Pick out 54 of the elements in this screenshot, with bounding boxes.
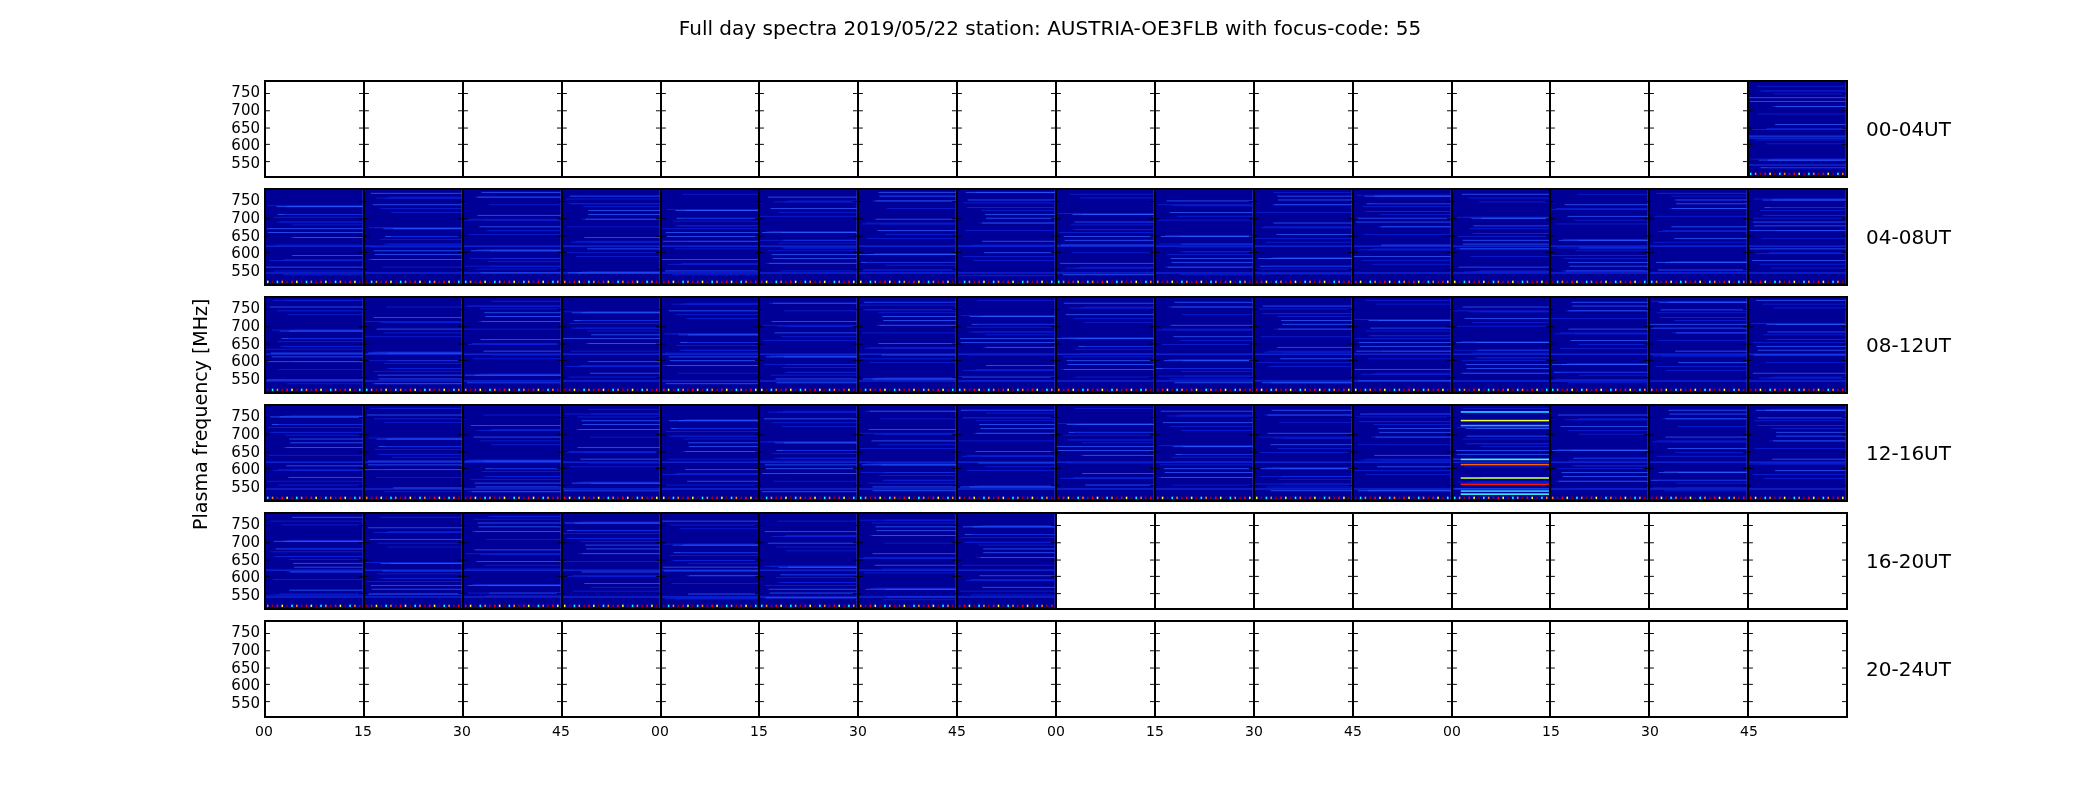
x-tick-label: 30 [1641,724,1659,738]
y-tick-label: 750 [231,516,260,532]
y-tick-label: 600 [231,245,260,261]
x-tick-label: 15 [354,724,372,738]
y-tick-label: 650 [231,552,260,568]
y-tick-label: 750 [231,408,260,424]
y-tick-label: 600 [231,461,260,477]
row-time-label: 00-04UT [1866,116,1951,143]
x-tick-label: 30 [1245,724,1263,738]
x-tick-label: 15 [1146,724,1164,738]
row-time-label: 12-16UT [1866,440,1951,467]
row-time-label: 04-08UT [1866,224,1951,251]
x-tick-label: 45 [552,724,570,738]
y-tick-label: 600 [231,353,260,369]
x-tick-label: 15 [750,724,768,738]
y-tick-label: 700 [231,210,260,226]
x-tick-label: 45 [948,724,966,738]
y-tick-label: 750 [231,300,260,316]
y-tick-label: 650 [231,228,260,244]
y-tick-label: 550 [231,479,260,495]
y-tick-label: 650 [231,336,260,352]
y-tick-label: 750 [231,624,260,640]
x-tick-label: 00 [1047,724,1065,738]
x-tick-label: 30 [849,724,867,738]
y-tick-label: 750 [231,192,260,208]
y-tick-label: 700 [231,642,260,658]
y-tick-label: 650 [231,660,260,676]
row-time-label: 20-24UT [1866,656,1951,683]
y-tick-label: 550 [231,371,260,387]
x-tick-label: 00 [651,724,669,738]
x-tick-label: 15 [1542,724,1560,738]
y-tick-label: 600 [231,137,260,153]
y-tick-label: 700 [231,534,260,550]
row-time-label: 08-12UT [1866,332,1951,359]
x-tick-label: 00 [255,724,273,738]
chart-title: Full day spectra 2019/05/22 station: AUSTRIA-OE3FLB with focus-code: 55 [678,15,1422,42]
x-tick-label: 45 [1344,724,1362,738]
y-tick-label: 550 [231,155,260,171]
y-tick-label: 550 [231,587,260,603]
y-tick-label: 650 [231,444,260,460]
y-tick-label: 700 [231,426,260,442]
y-tick-label: 600 [231,677,260,693]
x-tick-label: 00 [1443,724,1461,738]
y-axis-label: Plasma frequency [MHz] [188,298,213,530]
y-tick-label: 650 [231,120,260,136]
y-tick-label: 700 [231,318,260,334]
y-tick-label: 750 [231,84,260,100]
y-tick-label: 600 [231,569,260,585]
row-time-label: 16-20UT [1866,548,1951,575]
x-tick-label: 30 [453,724,471,738]
y-tick-label: 550 [231,263,260,279]
x-tick-label: 45 [1740,724,1758,738]
y-tick-label: 550 [231,695,260,711]
y-tick-label: 700 [231,102,260,118]
